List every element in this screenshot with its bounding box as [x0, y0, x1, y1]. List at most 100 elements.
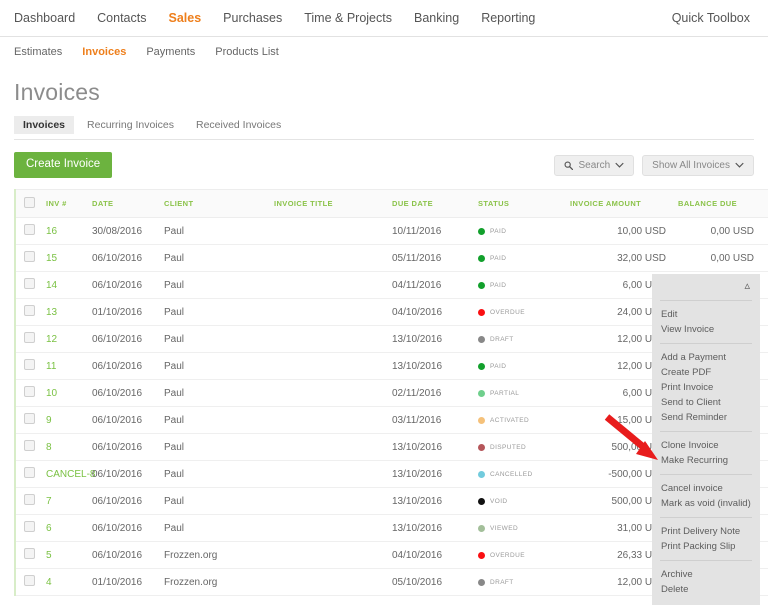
invoice-number-link[interactable]: 15 — [46, 253, 57, 264]
select-all-checkbox[interactable] — [24, 197, 35, 208]
cell-row-actions — [760, 514, 768, 542]
row-checkbox[interactable] — [24, 224, 35, 235]
column-header-due-date[interactable]: DUE DATE — [392, 189, 478, 218]
row-checkbox[interactable] — [24, 305, 35, 316]
cell-row-actions — [760, 460, 768, 488]
quick-toolbox-link[interactable]: Quick Toolbox — [672, 11, 750, 25]
tab-invoices[interactable]: Invoices — [14, 116, 75, 134]
cell-invoice-title — [274, 379, 392, 407]
invoice-number-link[interactable]: CANCEL-8 — [46, 469, 95, 480]
column-header-status[interactable]: STATUS — [478, 189, 570, 218]
cell-status: DISPUTED — [478, 433, 570, 461]
row-select-cell — [16, 487, 46, 515]
topnav-item-purchases[interactable]: Purchases — [223, 11, 282, 25]
row-checkbox[interactable] — [24, 278, 35, 289]
cell-inv-number: CANCEL-8 — [46, 460, 95, 488]
invoice-number-link[interactable]: 8 — [46, 442, 52, 453]
context-menu-item-cancel-invoice[interactable]: Cancel invoice — [652, 481, 760, 496]
row-actions-context-menu[interactable]: ▵ Edit View Invoice Add a Payment Create PD… — [652, 274, 760, 605]
column-header-actions — [760, 189, 768, 218]
context-menu-item-make-recurring[interactable]: Make Recurring — [652, 453, 760, 468]
subnav-item-products-list[interactable]: Products List — [215, 46, 279, 58]
context-menu-item-delete[interactable]: Delete — [652, 582, 760, 597]
invoice-number-link[interactable]: 14 — [46, 280, 57, 291]
chevron-up-icon[interactable]: ▵ — [744, 279, 750, 292]
context-menu-item-mark-as-void-invalid[interactable]: Mark as void (invalid) — [652, 496, 760, 511]
invoice-number-link[interactable]: 11 — [46, 361, 56, 372]
context-menu-item-send-reminder[interactable]: Send Reminder — [652, 410, 760, 425]
invoice-number-link[interactable]: 10 — [46, 388, 57, 399]
context-menu-item-clone-invoice[interactable]: Clone Invoice — [652, 438, 760, 453]
invoice-number-link[interactable]: 16 — [46, 226, 57, 237]
invoice-number-link[interactable]: 6 — [46, 523, 52, 534]
cell-client: Paul — [164, 325, 274, 353]
table-header-row: INV # DATE CLIENT INVOICE TITLE DUE DATE… — [16, 189, 768, 218]
status-badge: PAID — [478, 362, 570, 370]
show-all-invoices-filter[interactable]: Show All Invoices — [642, 154, 754, 176]
column-header-inv[interactable]: INV # — [46, 189, 92, 218]
tab-received-invoices[interactable]: Received Invoices — [187, 116, 290, 134]
context-menu-item-print-invoice[interactable]: Print Invoice — [652, 380, 760, 395]
topnav-item-dashboard[interactable]: Dashboard — [14, 11, 75, 25]
row-checkbox[interactable] — [24, 386, 35, 397]
row-checkbox[interactable] — [24, 251, 35, 262]
cell-date: 06/10/2016 — [92, 325, 164, 353]
context-menu-item-archive[interactable]: Archive — [652, 567, 760, 582]
chevron-down-icon — [615, 162, 624, 168]
invoice-number-link[interactable]: 13 — [46, 307, 57, 318]
row-checkbox[interactable] — [24, 521, 35, 532]
column-header-client[interactable]: CLIENT — [164, 189, 274, 218]
cell-row-actions — [760, 433, 768, 461]
cell-invoice-title — [274, 406, 392, 434]
row-checkbox[interactable] — [24, 413, 35, 424]
subnav-item-payments[interactable]: Payments — [146, 46, 195, 58]
create-invoice-button[interactable]: Create Invoice — [14, 152, 113, 178]
context-menu-group: Edit View Invoice — [652, 305, 760, 339]
status-badge: VOID — [478, 497, 570, 505]
invoice-number-link[interactable]: 7 — [46, 496, 52, 507]
row-checkbox[interactable] — [24, 548, 35, 559]
invoice-number-link[interactable]: 9 — [46, 415, 52, 426]
tab-recurring-invoices[interactable]: Recurring Invoices — [78, 116, 183, 134]
context-menu-item-edit[interactable]: Edit — [652, 307, 760, 322]
invoice-number-link[interactable]: 5 — [46, 550, 52, 561]
status-badge: CANCELLED — [478, 470, 570, 478]
row-checkbox[interactable] — [24, 467, 35, 478]
cell-client: Paul — [164, 433, 274, 461]
search-dropdown-button[interactable]: Search — [554, 154, 635, 176]
row-checkbox[interactable] — [24, 332, 35, 343]
context-menu-item-view-invoice[interactable]: View Invoice — [652, 322, 760, 337]
context-menu-item-send-to-client[interactable]: Send to Client — [652, 395, 760, 410]
column-header-balance-due[interactable]: BALANCE DUE — [678, 189, 760, 218]
invoice-number-link[interactable]: 12 — [46, 334, 57, 345]
subnav-item-invoices[interactable]: Invoices — [82, 46, 126, 58]
row-checkbox[interactable] — [24, 359, 35, 370]
context-menu-separator — [660, 560, 752, 561]
topnav-item-sales[interactable]: Sales — [169, 11, 202, 25]
invoice-number-link[interactable]: 4 — [46, 577, 52, 588]
row-checkbox[interactable] — [24, 440, 35, 451]
status-dot-icon — [478, 497, 485, 505]
subnav-item-estimates[interactable]: Estimates — [14, 46, 62, 58]
topnav-item-time-projects[interactable]: Time & Projects — [304, 11, 392, 25]
cell-invoice-title — [274, 244, 392, 272]
context-menu-item-print-packing-slip[interactable]: Print Packing Slip — [652, 539, 760, 554]
row-checkbox[interactable] — [24, 494, 35, 505]
cell-date: 06/10/2016 — [92, 514, 164, 542]
topnav-item-contacts[interactable]: Contacts — [97, 11, 146, 25]
topnav-item-banking[interactable]: Banking — [414, 11, 459, 25]
top-navigation-bar: Dashboard Contacts Sales Purchases Time … — [0, 0, 768, 37]
column-header-invoice-amount[interactable]: INVOICE AMOUNT — [570, 189, 678, 218]
context-menu-item-print-delivery-note[interactable]: Print Delivery Note — [652, 524, 760, 539]
status-badge: DRAFT — [478, 335, 570, 343]
table-row[interactable]: 16 30/08/2016 Paul 10/11/2016 PAID 10,00 USD 0… — [16, 217, 768, 245]
context-menu-item-add-a-payment[interactable]: Add a Payment — [652, 350, 760, 365]
status-badge: PAID — [478, 227, 570, 235]
topnav-item-reporting[interactable]: Reporting — [481, 11, 535, 25]
column-header-date[interactable]: DATE — [92, 189, 164, 218]
status-label: VOID — [490, 497, 508, 505]
row-checkbox[interactable] — [24, 575, 35, 586]
table-row[interactable]: 15 06/10/2016 Paul 05/11/2016 PAID 32,00 USD 0… — [16, 244, 768, 272]
column-header-invoice-title[interactable]: INVOICE TITLE — [274, 189, 392, 218]
context-menu-item-create-pdf[interactable]: Create PDF — [652, 365, 760, 380]
